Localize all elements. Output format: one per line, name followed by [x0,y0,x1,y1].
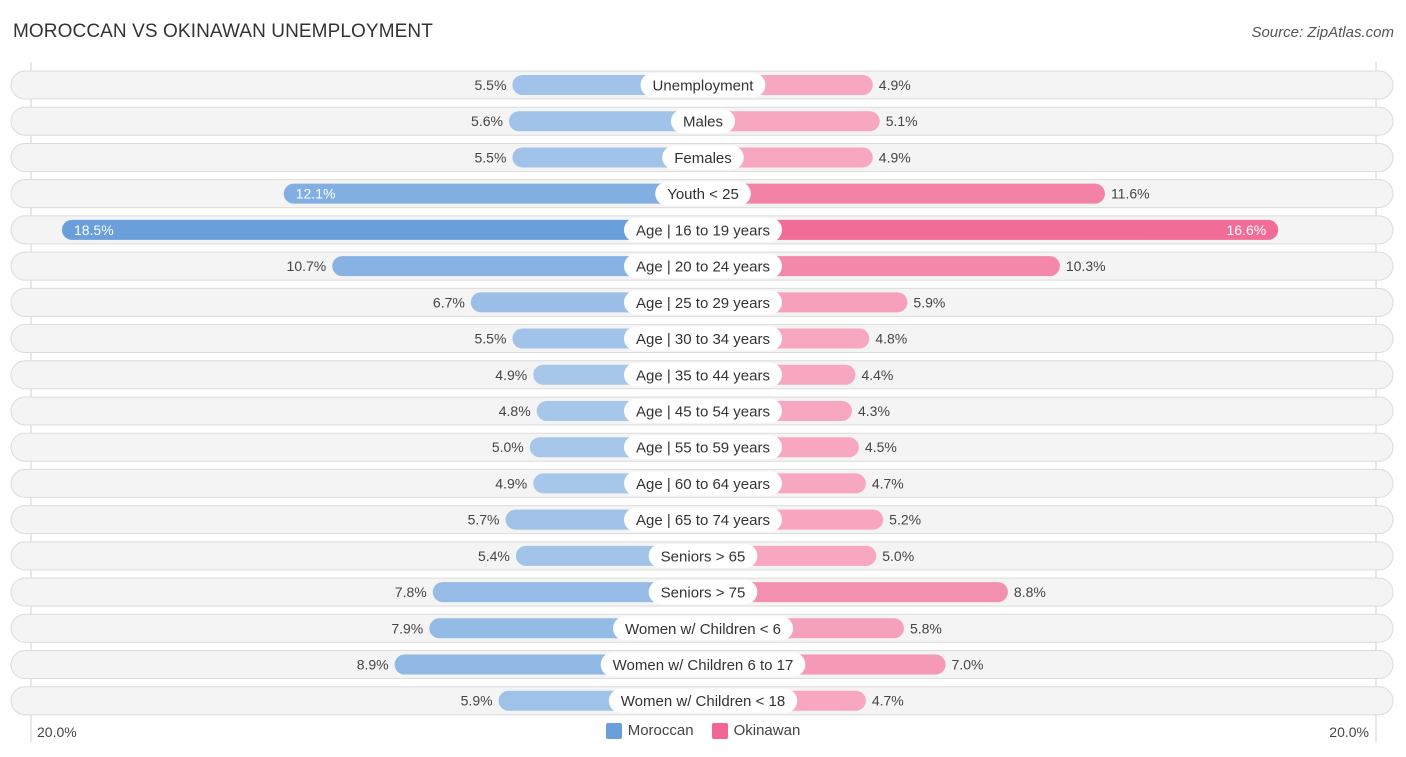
chart-row: 5.7% 5.2% Age | 65 to 74 years [10,505,1394,535]
chart-row: 8.9% 7.0% Women w/ Children 6 to 17 [10,650,1394,680]
chart-row: 18.5% 16.6% Age | 16 to 19 years [10,215,1394,245]
chart-row: 7.8% 8.8% Seniors > 75 [10,577,1394,607]
category-label: Age | 45 to 54 years [636,403,770,420]
category-label: Age | 60 to 64 years [636,476,770,493]
category-label: Seniors > 75 [661,585,746,602]
value-label-okinawan: 4.5% [865,439,897,455]
value-label-moroccan: 7.9% [391,620,423,636]
value-label-moroccan: 10.7% [287,258,327,274]
value-label-okinawan: 4.9% [879,149,911,165]
value-label-moroccan: 5.5% [475,149,507,165]
chart-row: 5.5% 4.9% Unemployment [10,70,1394,100]
value-label-okinawan: 5.0% [882,548,914,564]
bar-moroccan [61,219,704,240]
category-label: Seniors > 65 [661,548,746,565]
category-label: Age | 20 to 24 years [636,259,770,276]
category-label: Females [674,150,732,167]
chart-row: 4.8% 4.3% Age | 45 to 54 years [10,396,1394,426]
category-label: Age | 16 to 19 years [636,222,770,239]
bar-okinawan [703,219,1279,240]
value-label-moroccan: 5.7% [468,512,500,528]
category-label: Age | 55 to 59 years [636,440,770,457]
legend-swatch-okinawan [711,722,728,739]
chart-rows: 5.5% 4.9% Unemployment 5.6% 5.1% Males 5.5% 4.9… [10,70,1394,716]
bar-moroccan [283,183,703,204]
chart-row: 5.5% 4.9% Females [10,142,1394,172]
value-label-moroccan: 5.5% [475,331,507,347]
legend-label-okinawan: Okinawan [733,722,801,739]
value-label-moroccan: 5.6% [471,113,503,129]
chart-row: 4.9% 4.7% Age | 60 to 64 years [10,468,1394,498]
value-label-okinawan: 7.0% [952,657,984,673]
category-label: Age | 25 to 29 years [636,295,770,312]
value-label-okinawan: 10.3% [1066,258,1106,274]
category-label: Youth < 25 [667,186,739,203]
chart-row: 4.9% 4.4% Age | 35 to 44 years [10,360,1394,390]
value-label-moroccan: 6.7% [433,294,465,310]
legend: Moroccan Okinawan [0,722,1406,739]
category-label: Women w/ Children < 18 [621,693,785,710]
value-label-okinawan: 5.8% [910,620,942,636]
value-label-okinawan: 4.7% [872,693,904,709]
value-label-moroccan: 5.0% [492,439,524,455]
value-label-okinawan: 5.2% [889,512,921,528]
value-label-okinawan: 4.9% [879,77,911,93]
legend-item-moroccan[interactable]: Moroccan [605,722,694,739]
chart-row: 5.9% 4.7% Women w/ Children < 18 [10,686,1394,716]
chart-row: 12.1% 11.6% Youth < 25 [10,179,1394,209]
category-label: Males [683,114,723,131]
value-label-okinawan: 4.3% [858,403,890,419]
legend-label-moroccan: Moroccan [627,722,694,739]
value-label-okinawan: 5.1% [886,113,918,129]
value-label-okinawan: 5.9% [913,294,945,310]
value-label-okinawan: 8.8% [1014,584,1046,600]
category-label: Age | 65 to 74 years [636,512,770,529]
value-label-okinawan: 16.6% [1226,222,1266,238]
value-label-okinawan: 11.6% [1111,186,1150,202]
value-label-moroccan: 5.4% [478,548,510,564]
category-label: Age | 30 to 34 years [636,331,770,348]
category-label: Unemployment [653,78,755,95]
legend-item-okinawan[interactable]: Okinawan [711,722,801,739]
category-label: Women w/ Children < 6 [625,621,781,638]
value-label-moroccan: 8.9% [357,657,389,673]
value-label-moroccan: 4.9% [495,475,527,491]
category-label: Women w/ Children 6 to 17 [613,657,794,674]
chart-row: 6.7% 5.9% Age | 25 to 29 years [10,287,1394,317]
value-label-moroccan: 5.5% [475,77,507,93]
chart-row: 5.6% 5.1% Males [10,106,1394,136]
value-label-moroccan: 5.9% [461,693,493,709]
chart-row: 5.0% 4.5% Age | 55 to 59 years [10,432,1394,462]
legend-swatch-moroccan [605,722,622,739]
value-label-moroccan: 18.5% [74,222,114,238]
category-label: Age | 35 to 44 years [636,367,770,384]
value-label-okinawan: 4.8% [875,331,907,347]
chart-row: 10.7% 10.3% Age | 20 to 24 years [10,251,1394,281]
diverging-bar-chart: 5.5% 4.9% Unemployment 5.6% 5.1% Males 5.5% 4.9… [10,62,1394,742]
value-label-okinawan: 4.7% [872,475,904,491]
bar-okinawan [703,183,1105,204]
value-label-moroccan: 12.1% [296,186,336,202]
chart-row: 5.5% 4.8% Age | 30 to 34 years [10,324,1394,354]
value-label-okinawan: 4.4% [861,367,893,383]
value-label-moroccan: 4.8% [499,403,531,419]
value-label-moroccan: 7.8% [395,584,427,600]
chart-row: 7.9% 5.8% Women w/ Children < 6 [10,613,1394,643]
chart-row: 5.4% 5.0% Seniors > 65 [10,541,1394,571]
value-label-moroccan: 4.9% [495,367,527,383]
